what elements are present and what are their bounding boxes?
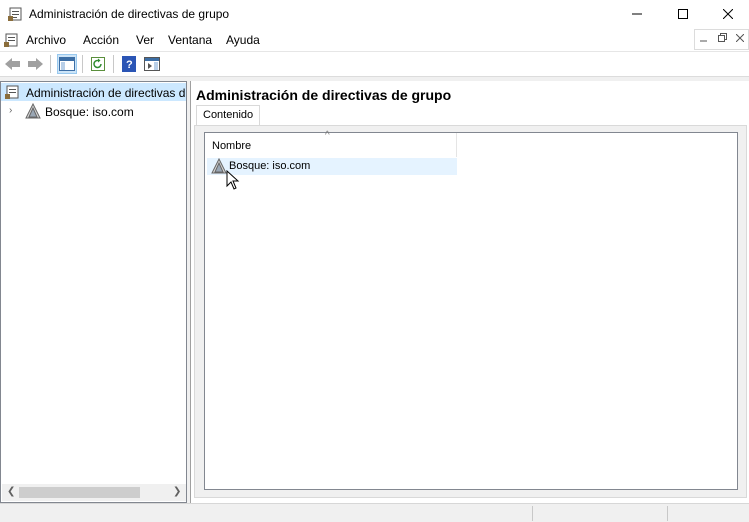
gpmc-icon [5, 84, 21, 103]
mdi-minimize-button[interactable] [696, 32, 712, 48]
mdi-restore-button[interactable] [714, 32, 730, 48]
close-button[interactable] [705, 0, 749, 28]
show-hide-console-tree-icon [59, 57, 75, 71]
mouse-cursor-icon [226, 169, 240, 190]
menu-archivo[interactable]: Archivo [26, 33, 66, 47]
minimize-icon [700, 40, 707, 42]
refresh-button[interactable] [88, 54, 108, 74]
chevron-right-icon[interactable]: › [9, 105, 12, 116]
forward-button[interactable] [25, 54, 45, 74]
menu-bar: Archivo Acción Ver Ventana Ayuda [0, 28, 749, 52]
menu-ventana[interactable]: Ventana [168, 33, 212, 47]
help-icon: ? [122, 56, 136, 72]
forward-arrow-icon [28, 58, 43, 70]
details-title: Administración de directivas de grupo [196, 87, 452, 103]
action-pane-icon [144, 57, 160, 71]
show-hide-console-tree-button[interactable] [57, 54, 77, 74]
scroll-left-icon[interactable]: ❮ [7, 486, 15, 497]
system-menu-icon[interactable] [4, 32, 20, 48]
refresh-icon [91, 57, 105, 71]
title-bar: Administración de directivas de grupo [0, 0, 749, 28]
close-icon [735, 33, 745, 43]
help-button[interactable]: ? [119, 54, 139, 74]
sort-ascending-icon: ^ [325, 130, 330, 141]
tree-item-label: Administración de directivas d [26, 86, 186, 100]
minimize-button[interactable] [614, 0, 660, 28]
forest-icon [211, 157, 227, 177]
console-tree[interactable]: Administración de directivas d › Bosque:… [0, 81, 187, 503]
restore-icon [717, 33, 727, 42]
mdi-controls [694, 29, 749, 50]
minimize-icon [632, 13, 642, 15]
toolbar-separator [82, 55, 83, 73]
column-header-nombre[interactable]: ^ Nombre [205, 130, 457, 157]
horizontal-scrollbar[interactable]: ❮ ❯ [2, 484, 186, 501]
content-list[interactable]: ^ Nombre Bosque: iso.com [204, 130, 738, 490]
back-button[interactable] [3, 54, 23, 74]
toolbar-separator [50, 55, 51, 73]
scroll-right-icon[interactable]: ❯ [173, 486, 181, 497]
status-separator [532, 506, 533, 521]
status-bar [0, 503, 749, 522]
toolbar-separator [113, 55, 114, 73]
maximize-icon [678, 9, 688, 19]
toolbar: ? [0, 52, 749, 77]
back-arrow-icon [5, 58, 20, 70]
tab-contenido[interactable]: Contenido [196, 105, 261, 126]
tree-item-label: Bosque: iso.com [45, 105, 134, 119]
maximize-button[interactable] [660, 0, 706, 28]
scrollbar-thumb[interactable] [19, 487, 140, 498]
close-icon [723, 9, 733, 19]
mdi-close-button[interactable] [732, 32, 748, 48]
list-item-label: Bosque: iso.com [229, 160, 311, 172]
gpmc-app-icon[interactable] [8, 6, 24, 22]
status-separator [667, 506, 668, 521]
tree-item-forest[interactable]: › Bosque: iso.com [1, 102, 186, 120]
list-item[interactable]: Bosque: iso.com [207, 157, 457, 177]
svg-text:?: ? [126, 59, 133, 71]
tree-item-root[interactable]: Administración de directivas d [1, 83, 186, 101]
menu-accion[interactable]: Acción [83, 33, 119, 47]
menu-ayuda[interactable]: Ayuda [226, 33, 260, 47]
forest-icon [25, 102, 41, 122]
column-header-label: Nombre [212, 140, 252, 152]
window-title: Administración de directivas de grupo [29, 7, 230, 21]
action-pane-button[interactable] [142, 54, 162, 74]
menu-ver[interactable]: Ver [136, 33, 154, 47]
